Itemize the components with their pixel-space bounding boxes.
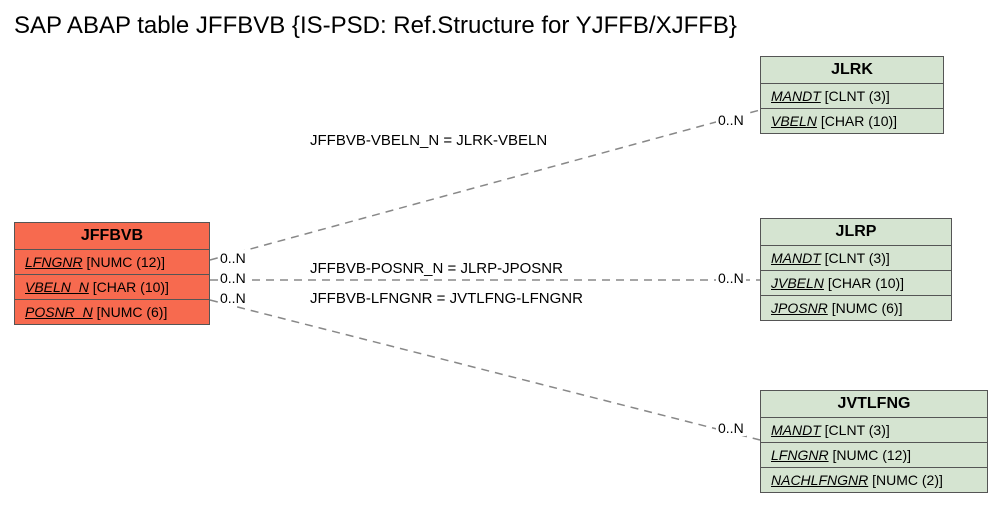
entity-jlrp-field: JVBELN [CHAR (10)] (761, 271, 951, 296)
cardinality: 0..N (218, 250, 248, 266)
field-type: [CHAR (10)] (93, 279, 169, 295)
relation-label-1: JFFBVB-VBELN_N = JLRK-VBELN (308, 132, 549, 149)
field-type: [CLNT (3)] (825, 88, 890, 104)
field-type: [NUMC (6)] (832, 300, 903, 316)
field-name: MANDT (771, 88, 821, 104)
field-type: [CLNT (3)] (825, 250, 890, 266)
entity-jffbvb-field: LFNGNR [NUMC (12)] (15, 250, 209, 275)
cardinality: 0..N (716, 112, 746, 128)
entity-jvtlfng: JVTLFNG MANDT [CLNT (3)] LFNGNR [NUMC (1… (760, 390, 988, 493)
entity-jffbvb-field: POSNR_N [NUMC (6)] (15, 300, 209, 324)
entity-jlrp-field: JPOSNR [NUMC (6)] (761, 296, 951, 320)
relation-label-2: JFFBVB-POSNR_N = JLRP-JPOSNR (308, 260, 565, 277)
field-name: VBELN (771, 113, 817, 129)
field-name: NACHLFNGNR (771, 472, 868, 488)
entity-jlrk-field: MANDT [CLNT (3)] (761, 84, 943, 109)
field-name: MANDT (771, 422, 821, 438)
field-name: LFNGNR (771, 447, 829, 463)
entity-jlrk-header: JLRK (761, 57, 943, 84)
entity-jvtlfng-header: JVTLFNG (761, 391, 987, 418)
field-type: [NUMC (6)] (97, 304, 168, 320)
field-type: [NUMC (12)] (86, 254, 165, 270)
field-type: [NUMC (2)] (872, 472, 943, 488)
cardinality: 0..N (218, 270, 248, 286)
field-name: JPOSNR (771, 300, 828, 316)
field-type: [CHAR (10)] (828, 275, 904, 291)
entity-jvtlfng-field: NACHLFNGNR [NUMC (2)] (761, 468, 987, 492)
field-type: [CLNT (3)] (825, 422, 890, 438)
entity-jlrk-field: VBELN [CHAR (10)] (761, 109, 943, 133)
entity-jffbvb-header: JFFBVB (15, 223, 209, 250)
entity-jlrp-header: JLRP (761, 219, 951, 246)
relation-label-3: JFFBVB-LFNGNR = JVTLFNG-LFNGNR (308, 290, 585, 307)
cardinality: 0..N (218, 290, 248, 306)
entity-jffbvb: JFFBVB LFNGNR [NUMC (12)] VBELN_N [CHAR … (14, 222, 210, 325)
field-name: MANDT (771, 250, 821, 266)
page-title: SAP ABAP table JFFBVB {IS-PSD: Ref.Struc… (14, 12, 737, 40)
cardinality: 0..N (716, 420, 746, 436)
entity-jlrp: JLRP MANDT [CLNT (3)] JVBELN [CHAR (10)]… (760, 218, 952, 321)
entity-jvtlfng-field: LFNGNR [NUMC (12)] (761, 443, 987, 468)
field-name: POSNR_N (25, 304, 93, 320)
field-name: LFNGNR (25, 254, 83, 270)
field-name: VBELN_N (25, 279, 89, 295)
field-type: [NUMC (12)] (832, 447, 911, 463)
entity-jffbvb-field: VBELN_N [CHAR (10)] (15, 275, 209, 300)
entity-jlrp-field: MANDT [CLNT (3)] (761, 246, 951, 271)
entity-jvtlfng-field: MANDT [CLNT (3)] (761, 418, 987, 443)
field-name: JVBELN (771, 275, 824, 291)
cardinality: 0..N (716, 270, 746, 286)
entity-jlrk: JLRK MANDT [CLNT (3)] VBELN [CHAR (10)] (760, 56, 944, 134)
field-type: [CHAR (10)] (821, 113, 897, 129)
